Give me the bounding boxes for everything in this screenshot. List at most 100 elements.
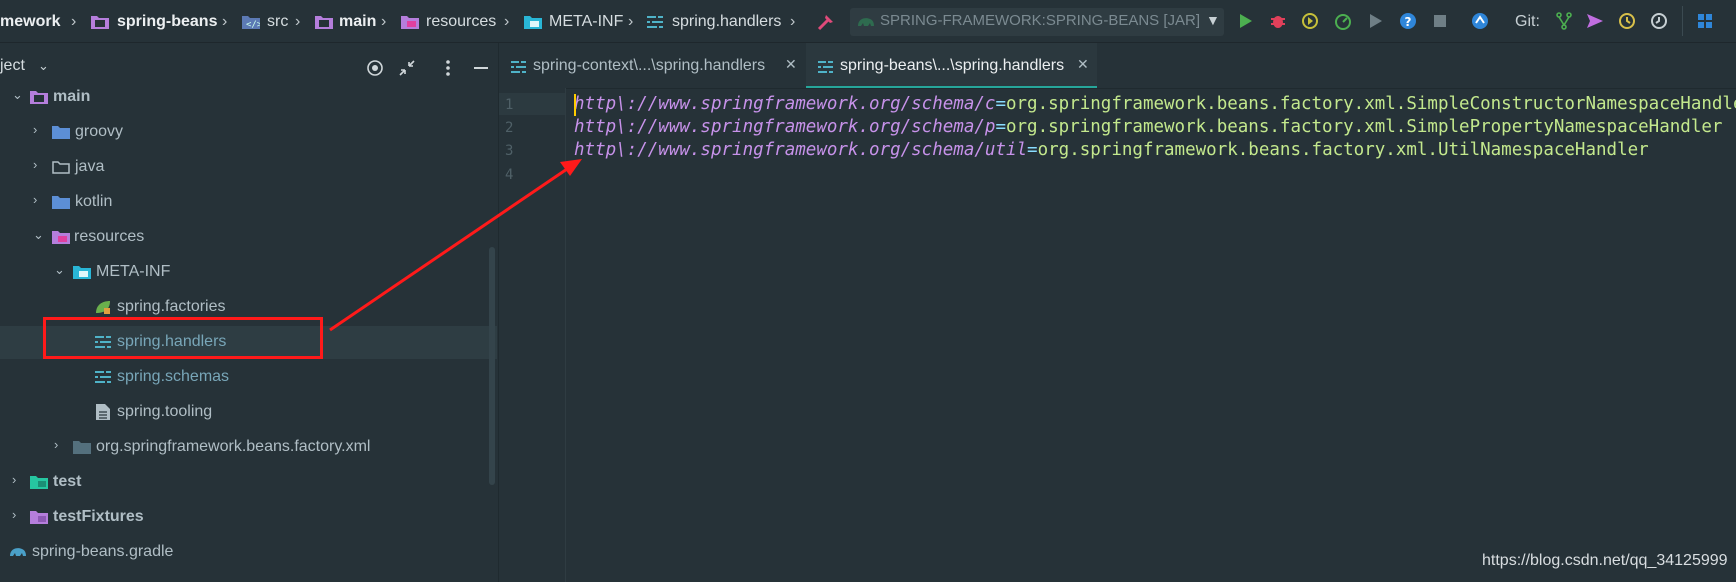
chevron-right-icon: › <box>12 507 17 522</box>
tree-item-spring-schemas[interactable]: spring.schemas <box>0 361 497 394</box>
chevron-right-icon: › <box>33 122 38 137</box>
editor-tab-bar: spring-context\...\spring.handlers ✕ spr… <box>499 43 1736 89</box>
git-branch-button[interactable] <box>1554 11 1574 31</box>
gradle-elephant-icon <box>10 548 26 556</box>
tree-item-testfixtures[interactable]: › testFixtures <box>0 501 497 534</box>
rollback-button[interactable] <box>1649 11 1669 31</box>
tree-item-groovy[interactable]: › groovy <box>0 116 497 149</box>
tree-item-package[interactable]: › org.springframework.beans.factory.xml <box>0 431 497 464</box>
tree-item-label: org.springframework.beans.factory.xml <box>96 438 371 455</box>
close-tab-icon[interactable]: ✕ <box>1077 56 1089 73</box>
chevron-down-icon: ⌄ <box>12 87 23 102</box>
update-project-button[interactable] <box>1470 11 1490 31</box>
tree-item-label: spring.schemas <box>117 368 230 385</box>
breadcrumb-separator-icon: › <box>504 13 510 30</box>
breadcrumb-separator-icon: › <box>790 13 796 30</box>
watermark-text: https://blog.csdn.net/qq_34125999 <box>1482 552 1728 569</box>
debug-button[interactable] <box>1268 11 1288 31</box>
properties-file-icon <box>511 60 526 74</box>
breadcrumb-item-file[interactable]: spring.handlers <box>672 10 781 34</box>
chevron-right-icon: › <box>33 157 38 172</box>
tree-item-label: groovy <box>75 123 124 140</box>
git-push-button[interactable] <box>1585 11 1605 31</box>
toolbar-divider <box>1682 6 1683 36</box>
source-folder-icon <box>52 196 70 209</box>
tab-spring-beans-handlers[interactable]: spring-beans\...\spring.handlers ✕ <box>806 43 1097 88</box>
run-disabled-button[interactable] <box>1366 11 1386 31</box>
properties-file-icon <box>95 370 111 384</box>
more-options-icon[interactable] <box>445 59 451 77</box>
test-folder-icon <box>30 476 48 489</box>
breadcrumb-item-module[interactable]: spring-beans <box>117 10 217 34</box>
tree-item-test[interactable]: › test <box>0 466 497 499</box>
breadcrumb-item-resources[interactable]: resources <box>426 10 496 34</box>
tree-item-label: resources <box>74 228 145 245</box>
tree-item-kotlin[interactable]: › kotlin <box>0 186 497 219</box>
tab-label: spring-beans\...\spring.handlers <box>840 57 1065 74</box>
run-configuration-label: SPRING-FRAMEWORK:SPRING-BEANS [JAR] <box>880 12 1201 29</box>
profile-button[interactable] <box>1333 11 1353 31</box>
property-value: org.springframework.beans.factory.xml.Si… <box>1005 94 1736 114</box>
breadcrumb-item-main[interactable]: main <box>339 10 376 34</box>
tree-item-label: META-INF <box>96 263 171 280</box>
code-line-1[interactable]: http\://www.springframework.org/schema/c… <box>574 94 1736 114</box>
coverage-icon <box>1302 13 1318 29</box>
help-button[interactable]: ? <box>1398 11 1418 31</box>
tree-item-label: java <box>75 158 105 175</box>
code-line-2[interactable]: http\://www.springframework.org/schema/p… <box>574 117 1722 137</box>
chevron-down-icon[interactable]: ⌄ <box>38 58 49 74</box>
project-tool-window: ject ⌄ ⌄ main › groovy › java › kotlin ⌄… <box>0 43 499 582</box>
equals-sign: = <box>995 94 1006 114</box>
module-folder-icon <box>30 91 48 104</box>
run-icon <box>1240 14 1252 28</box>
git-history-button[interactable] <box>1617 11 1637 31</box>
editor-gutter <box>499 88 566 582</box>
resources-folder-icon <box>52 231 70 244</box>
tree-item-label: test <box>53 473 82 490</box>
tab-spring-context-handlers[interactable]: spring-context\...\spring.handlers ✕ <box>499 43 805 88</box>
project-panel-title[interactable]: ject <box>0 57 25 75</box>
git-branch-icon <box>1556 12 1572 30</box>
meta-folder-icon <box>73 266 91 279</box>
code-line-3[interactable]: http\://www.springframework.org/schema/u… <box>574 140 1649 160</box>
meta-folder-icon <box>524 16 542 29</box>
collapse-all-icon[interactable] <box>398 59 416 77</box>
close-tab-icon[interactable]: ✕ <box>785 56 797 73</box>
line-number: 2 <box>505 120 514 136</box>
tree-item-resources[interactable]: ⌄ resources <box>0 221 497 254</box>
module-folder-icon <box>91 16 109 29</box>
tree-item-spring-tooling[interactable]: spring.tooling <box>0 396 497 429</box>
resources-folder-icon <box>401 16 419 29</box>
text-file-icon <box>96 404 110 420</box>
run-with-coverage-button[interactable] <box>1300 11 1320 31</box>
minimize-icon[interactable] <box>474 67 488 70</box>
tree-item-main[interactable]: ⌄ main <box>0 81 497 114</box>
play-gray-icon <box>1370 14 1382 28</box>
tree-item-label: spring-beans.gradle <box>32 543 174 560</box>
tree-item-label: spring.tooling <box>117 403 213 420</box>
globe-update-icon <box>1472 13 1488 29</box>
svg-text:</>: </> <box>246 20 260 29</box>
tree-item-meta-inf[interactable]: ⌄ META-INF <box>0 256 497 289</box>
history-clock-icon <box>1619 13 1635 29</box>
locate-target-icon[interactable] <box>366 59 384 77</box>
tree-item-java[interactable]: › java <box>0 151 497 184</box>
breadcrumb-item-project[interactable]: mework <box>0 10 60 34</box>
breadcrumb-item-src[interactable]: src <box>267 10 288 34</box>
property-key: http\://www.springframework.org/schema/p <box>574 117 996 137</box>
stop-button[interactable] <box>1430 11 1450 31</box>
tree-item-label: testFixtures <box>53 508 144 525</box>
run-button[interactable] <box>1236 11 1256 31</box>
breadcrumb-separator-icon: › <box>295 13 301 30</box>
project-structure-button[interactable] <box>1695 11 1715 31</box>
source-folder-icon <box>52 126 70 139</box>
property-value: org.springframework.beans.factory.xml.Si… <box>1005 117 1723 137</box>
build-hammer-icon[interactable] <box>816 12 836 32</box>
project-panel-scrollbar[interactable] <box>489 247 495 485</box>
breadcrumb-item-meta-inf[interactable]: META-INF <box>549 10 623 34</box>
breadcrumb-separator-icon: › <box>71 13 77 30</box>
text-caret <box>574 94 576 116</box>
rollback-icon <box>1651 13 1667 29</box>
run-configuration-selector[interactable]: SPRING-FRAMEWORK:SPRING-BEANS [JAR] ▼ <box>850 8 1224 36</box>
tree-item-gradle-file[interactable]: spring-beans.gradle <box>0 536 497 569</box>
